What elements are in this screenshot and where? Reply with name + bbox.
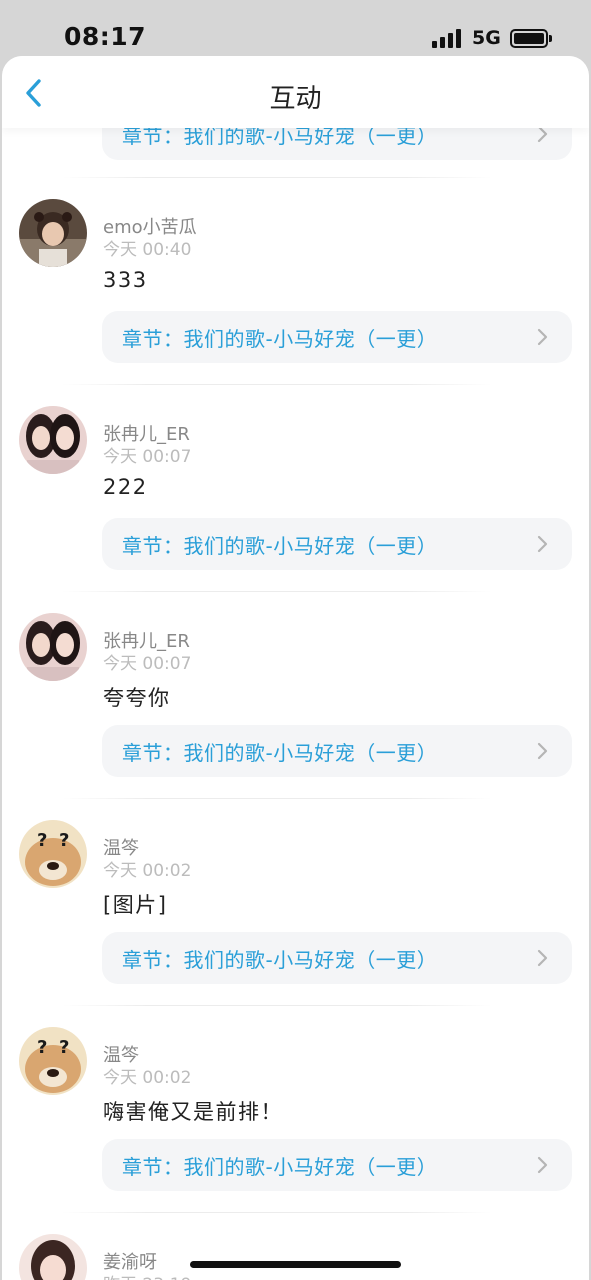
avatar[interactable] (19, 199, 87, 267)
divider (62, 177, 492, 178)
avatar[interactable] (19, 613, 87, 681)
comment-text: 222 (103, 475, 148, 499)
interaction-sheet: 章节：我们的歌-小马好宠（一更） emo小苦瓜 今天 00:40 333 章节：… (2, 56, 589, 1280)
chevron-right-icon (537, 535, 548, 553)
two-girls-photo-avatar (19, 406, 87, 474)
divider (62, 1212, 492, 1213)
child-photo-avatar (19, 199, 87, 267)
timestamp: 今天 00:02 (103, 1068, 192, 1088)
status-bar: 08:17 5G (0, 0, 591, 56)
avatar[interactable] (19, 1234, 87, 1280)
chapter-link-text: 章节：我们的歌-小马好宠（一更） (122, 327, 438, 351)
chapter-link-text: 章节：我们的歌-小马好宠（一更） (122, 1155, 438, 1179)
chapter-link-text: 章节：我们的歌-小马好宠（一更） (122, 741, 438, 765)
chapter-card[interactable]: 章节：我们的歌-小马好宠（一更） (102, 518, 572, 570)
svg-text:?: ? (37, 830, 47, 851)
chevron-right-icon (537, 949, 548, 967)
confused-dog-photo-avatar: ? ? (19, 820, 87, 888)
comment-text: 333 (103, 268, 148, 292)
chapter-card[interactable]: 章节：我们的歌-小马好宠（一更） (102, 725, 572, 777)
avatar[interactable]: ? ? (19, 1027, 87, 1095)
timestamp: 今天 00:07 (103, 447, 192, 467)
divider (62, 384, 492, 385)
comment-text: 嗨害俺又是前排！ (103, 1100, 283, 1124)
home-indicator (190, 1261, 401, 1268)
status-time: 08:17 (64, 22, 147, 51)
chapter-card[interactable]: 章节：我们的歌-小马好宠（一更） (102, 311, 572, 363)
svg-text:?: ? (59, 1037, 69, 1058)
network-type: 5G (472, 27, 501, 49)
comment-text: 夸夸你 (103, 686, 171, 710)
nav-bar: 互动 (2, 56, 589, 128)
chapter-link-text: 章节：我们的歌-小马好宠（一更） (122, 534, 438, 558)
confused-dog-photo-avatar: ? ? (19, 1027, 87, 1095)
two-girls-photo-avatar (19, 613, 87, 681)
timestamp: 今天 00:07 (103, 654, 192, 674)
avatar[interactable] (19, 406, 87, 474)
timestamp: 今天 00:40 (103, 240, 192, 260)
signal-bars-icon (432, 28, 464, 48)
svg-text:?: ? (59, 830, 69, 851)
divider (62, 591, 492, 592)
battery-nub (549, 35, 552, 42)
timestamp: 今天 00:02 (103, 861, 192, 881)
chapter-card[interactable]: 章节：我们的歌-小马好宠（一更） (102, 932, 572, 984)
chapter-link-text: 章节：我们的歌-小马好宠（一更） (122, 948, 438, 972)
comment-text: [图片] (103, 893, 168, 917)
chevron-right-icon (537, 328, 548, 346)
avatar[interactable]: ? ? (19, 820, 87, 888)
svg-text:?: ? (37, 1037, 47, 1058)
page-title: 互动 (269, 84, 322, 114)
divider (62, 798, 492, 799)
timestamp: 昨天 23:19 (103, 1270, 191, 1280)
chevron-right-icon (537, 1156, 548, 1174)
divider (62, 1005, 492, 1006)
battery-icon (510, 29, 548, 48)
girl-photo-avatar (19, 1234, 87, 1280)
chapter-card[interactable]: 章节：我们的歌-小马好宠（一更） (102, 1139, 572, 1191)
chevron-right-icon (537, 742, 548, 760)
